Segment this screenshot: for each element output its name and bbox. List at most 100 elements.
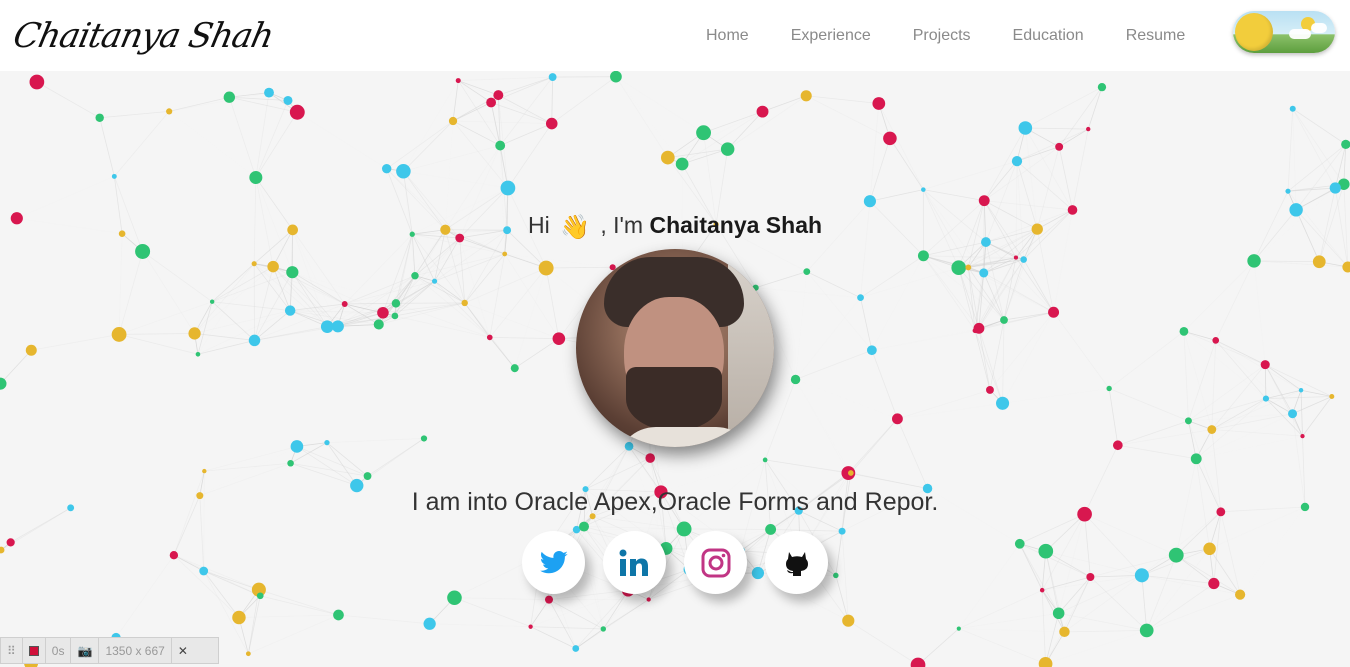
network-node	[391, 312, 399, 320]
nav-education[interactable]: Education	[1013, 27, 1084, 45]
instagram-button[interactable]	[684, 531, 747, 594]
nav-home[interactable]: Home	[706, 27, 749, 45]
github-button[interactable]	[765, 531, 828, 594]
network-link	[765, 459, 851, 474]
network-link	[923, 189, 985, 202]
photo-beard	[626, 367, 722, 431]
twitter-button[interactable]	[522, 531, 585, 594]
network-link	[1240, 507, 1305, 595]
network-link	[1117, 444, 1197, 460]
network-node	[411, 271, 419, 280]
network-node	[232, 610, 246, 625]
network-link	[1215, 260, 1255, 341]
network-node	[538, 260, 554, 276]
network-link	[1045, 576, 1091, 665]
network-link	[452, 120, 501, 146]
network-link	[254, 266, 274, 341]
network-link	[1117, 420, 1189, 446]
network-link	[796, 379, 851, 472]
network-link	[958, 543, 1021, 629]
network-node	[951, 260, 966, 275]
network-node	[675, 157, 689, 171]
network-node	[510, 364, 519, 373]
network-link	[1295, 187, 1336, 211]
network-link	[326, 438, 425, 444]
network-link	[118, 233, 123, 335]
network-link	[1045, 550, 1091, 578]
network-link	[169, 96, 230, 112]
network-node	[1329, 393, 1335, 399]
network-link	[429, 623, 531, 628]
close-button[interactable]: ✕	[172, 638, 194, 663]
network-node	[377, 306, 389, 319]
network-link	[1019, 513, 1085, 545]
network-node	[1247, 254, 1261, 268]
instagram-icon	[701, 548, 730, 577]
network-link	[762, 95, 807, 113]
theme-toggle[interactable]	[1233, 11, 1335, 53]
network-node	[842, 614, 855, 627]
network-link	[326, 442, 368, 477]
network-link	[1058, 574, 1143, 614]
network-link	[194, 266, 274, 334]
network-link	[530, 599, 550, 627]
drag-handle-icon[interactable]: ⠿	[1, 638, 23, 663]
network-link	[806, 95, 879, 104]
network-node	[420, 435, 428, 442]
network-node	[248, 334, 261, 347]
network-link	[1292, 108, 1297, 210]
nav-experience[interactable]: Experience	[791, 27, 871, 45]
network-link	[681, 148, 728, 165]
network-node	[223, 91, 236, 103]
network-node	[6, 538, 15, 547]
network-link	[681, 111, 763, 165]
network-node	[373, 319, 384, 330]
network-link	[1183, 330, 1216, 341]
nav-resume[interactable]: Resume	[1126, 27, 1186, 45]
network-node	[283, 95, 293, 106]
record-button[interactable]	[23, 638, 46, 663]
network-link	[989, 319, 1005, 391]
network-node	[544, 595, 554, 604]
viewport-size: 1350 x 667	[99, 638, 172, 663]
network-link	[499, 76, 553, 146]
network-link	[1292, 108, 1336, 189]
network-node	[1312, 255, 1326, 269]
network-node	[209, 299, 215, 304]
network-node	[1134, 568, 1149, 583]
site-header: Chaitanya Shah Home Experience Projects …	[0, 0, 1350, 71]
network-node	[762, 457, 768, 463]
network-node	[455, 78, 461, 84]
network-node	[1288, 409, 1298, 419]
network-node	[495, 140, 506, 151]
logo[interactable]: Chaitanya Shah	[10, 16, 277, 56]
network-link	[1146, 583, 1215, 631]
devtools-toolbar: ⠿ 0s 📷 1350 x 667 ✕	[0, 637, 219, 664]
linkedin-button[interactable]	[603, 531, 666, 594]
network-link	[1211, 364, 1266, 430]
network-node	[396, 163, 411, 179]
network-node	[1086, 126, 1091, 132]
camera-button[interactable]: 📷	[71, 638, 100, 663]
nav-projects[interactable]: Projects	[913, 27, 971, 45]
network-link	[212, 301, 291, 311]
network-node	[1097, 82, 1107, 92]
hero-greeting: Hi 👋 , I'm Chaitanya Shah	[0, 212, 1350, 242]
network-link	[297, 112, 386, 168]
network-node	[169, 551, 179, 560]
network-link	[254, 326, 328, 341]
network-node	[986, 386, 994, 394]
network-link	[194, 333, 255, 341]
network-link	[458, 80, 492, 103]
network-link	[367, 438, 425, 477]
network-node	[978, 195, 990, 207]
network-node	[1289, 105, 1296, 112]
network-link	[897, 389, 991, 420]
network-link	[1084, 514, 1091, 578]
network-node	[1014, 538, 1025, 549]
network-node	[921, 187, 926, 192]
network-node	[111, 173, 117, 179]
network-link	[403, 81, 458, 172]
network-node	[188, 327, 201, 340]
network-node	[1285, 188, 1291, 194]
